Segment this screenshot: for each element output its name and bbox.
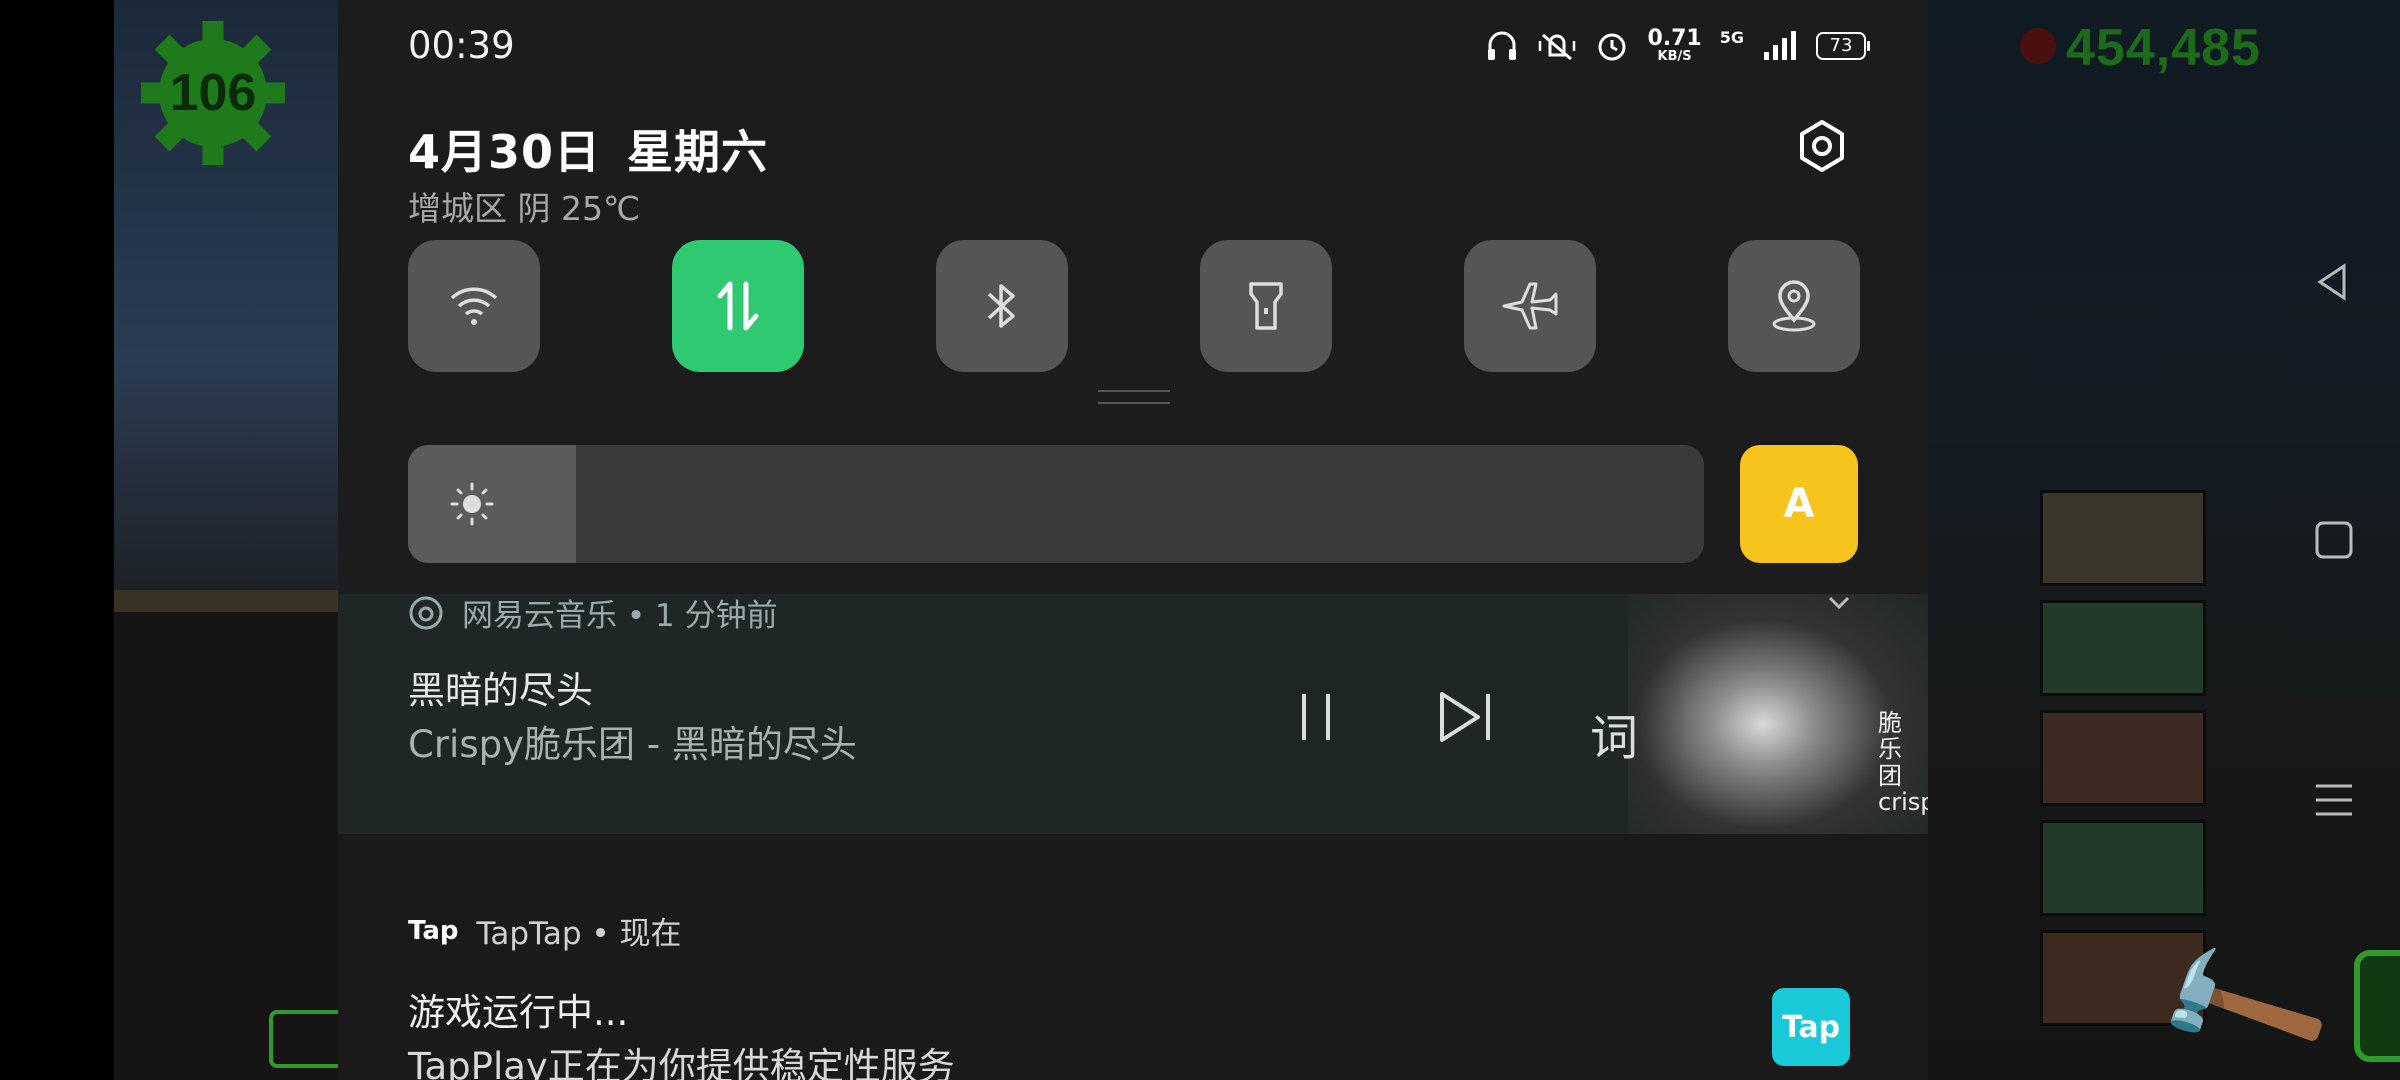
- wifi-icon: [450, 287, 498, 325]
- network-type: 5G: [1719, 28, 1744, 47]
- settings-gear-icon[interactable]: [1794, 118, 1850, 174]
- camera-icon[interactable]: [269, 1010, 345, 1068]
- menu-nav-icon[interactable]: [2314, 780, 2354, 820]
- level-number: 106: [169, 64, 257, 122]
- pause-icon[interactable]: [1296, 690, 1336, 744]
- alarm-icon: [1598, 33, 1626, 60]
- airplane-icon: [1502, 282, 1558, 330]
- caps-icon: [2020, 28, 2056, 64]
- game-ground: [114, 590, 344, 1080]
- taptap-app-icon: Tap: [1772, 988, 1850, 1066]
- tile-airplane[interactable]: [1464, 240, 1596, 372]
- weather-info[interactable]: 增城区 阴 25℃: [408, 182, 640, 230]
- tile-flashlight[interactable]: [1200, 240, 1332, 372]
- brightness-slider[interactable]: [408, 445, 1704, 563]
- pipboy-icon[interactable]: [2354, 950, 2400, 1062]
- quick-settings: 00:39 0.71 KB/S 5G 73 4月30日 星期六 增城区 阴 25℃: [338, 0, 1928, 594]
- tile-mobile-data[interactable]: [672, 240, 804, 372]
- album-art: 脆乐团 crispy: [1508, 590, 1928, 834]
- taptap-app-time: TapTap • 现在: [476, 916, 682, 952]
- weekday: 星期六: [627, 125, 769, 179]
- battery-level: 73: [1829, 35, 1853, 56]
- netease-music-icon: [409, 596, 443, 629]
- status-icons: 0.71 KB/S 5G 73: [1485, 26, 1870, 64]
- net-speed: 0.71 KB/S: [1647, 26, 1702, 64]
- tile-wifi[interactable]: [408, 240, 540, 372]
- brightness-sun-icon: [450, 482, 494, 526]
- quick-tiles: [408, 240, 1864, 372]
- battery-icon: 73: [1816, 31, 1870, 60]
- tile-location[interactable]: [1728, 240, 1860, 372]
- music-source: 网易云音乐 • 1 分钟前: [408, 590, 778, 635]
- next-track-icon[interactable]: [1438, 690, 1494, 744]
- home-nav-icon[interactable]: [2314, 520, 2354, 560]
- auto-brightness-button[interactable]: A: [1740, 445, 1858, 563]
- notification-shade: 00:39 0.71 KB/S 5G 73 4月30日 星期六 增城区 阴 25℃: [338, 0, 1928, 1080]
- song-title: 黑暗的尽头: [408, 669, 593, 712]
- caps-count: 454,485: [2066, 19, 2261, 77]
- album-art-text: 脆乐团 crispy: [1878, 709, 1928, 817]
- taptap-header: Tap TapTap • 现在: [408, 908, 682, 953]
- taptap-title[interactable]: 游戏运行中...: [408, 982, 628, 1036]
- music-source-text: 网易云音乐 • 1 分钟前: [462, 598, 778, 634]
- panel-drag-handle[interactable]: [1098, 390, 1170, 404]
- date-header[interactable]: 4月30日 星期六: [408, 116, 768, 182]
- signal-icon: [1764, 30, 1796, 60]
- clock: 00:39: [408, 24, 515, 67]
- date: 4月30日: [408, 125, 602, 179]
- headphones-icon: [1488, 31, 1517, 60]
- data-arrows-icon: [717, 281, 759, 331]
- bluetooth-icon: [987, 284, 1015, 328]
- lyrics-button[interactable]: 词: [1590, 698, 1638, 768]
- mute-vibrate-icon: [1539, 33, 1576, 60]
- flashlight-icon: [1249, 282, 1283, 330]
- taptap-logo: Tap: [408, 915, 459, 946]
- taptap-subtitle[interactable]: TapPlay正在为你提供稳定性服务: [408, 1036, 955, 1080]
- tile-bluetooth[interactable]: [936, 240, 1068, 372]
- song-artist: Crispy脆乐团 - 黑暗的尽头: [408, 723, 857, 766]
- music-notification[interactable]: 脆乐团 crispy 网易云音乐 • 1 分钟前 黑暗的尽头 Crispy脆乐团…: [338, 590, 1928, 834]
- location-icon: [1772, 280, 1816, 332]
- back-nav-icon[interactable]: [2310, 260, 2354, 304]
